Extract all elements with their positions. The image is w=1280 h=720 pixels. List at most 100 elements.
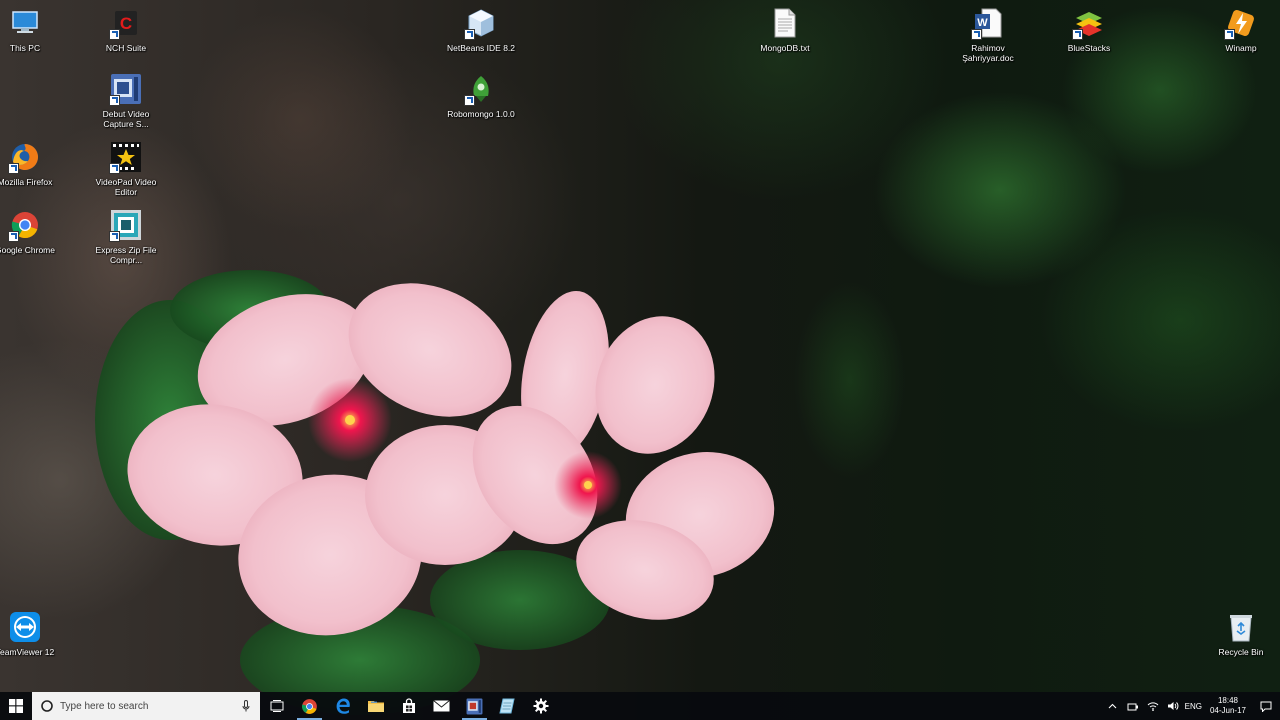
mail-icon (433, 700, 450, 712)
wifi-icon (1147, 702, 1158, 711)
shortcut-arrow-icon (109, 163, 120, 174)
desktop-icon-label: Debut Video Capture S... (102, 109, 150, 129)
power-plug-icon (1127, 703, 1138, 710)
gear-icon (533, 698, 548, 714)
nch-suite-icon: C (109, 6, 143, 40)
taskbar-chrome[interactable] (293, 692, 326, 720)
shortcut-arrow-icon (109, 95, 120, 106)
teamviewer-icon (8, 610, 42, 644)
desktop-icon-this-pc[interactable]: This PC (0, 6, 63, 53)
edge-icon (336, 698, 350, 714)
shortcut-arrow-icon (8, 231, 19, 242)
shortcut-arrow-icon (109, 29, 120, 40)
desktop-icon-express-zip[interactable]: Express Zip File Compr... (88, 208, 164, 265)
input-language-indicator[interactable]: ENG (1183, 692, 1204, 720)
action-center-button[interactable] (1252, 692, 1280, 720)
taskbar-edge[interactable] (326, 692, 359, 720)
taskbar-clock[interactable]: 18:48 04-Jun-17 (1204, 696, 1252, 716)
shortcut-arrow-icon (1224, 29, 1235, 40)
desktop-icon-label: VideoPad Video Editor (95, 177, 157, 197)
taskbar-file-explorer[interactable] (359, 692, 392, 720)
desktop-icon-firefox[interactable]: Mozilla Firefox (0, 140, 63, 187)
debut-video-icon (466, 698, 483, 714)
desktop-icon-label: MongoDB.txt (760, 43, 810, 53)
winamp-icon (1224, 6, 1258, 40)
desktop-icon-teamviewer[interactable]: TeamViewer 12 (0, 610, 63, 657)
chevron-up-icon (1108, 703, 1117, 709)
taskbar-notepad[interactable] (491, 692, 524, 720)
show-hidden-icons-button[interactable] (1103, 692, 1123, 720)
svg-text:C: C (120, 14, 132, 33)
desktop-icon-label: This PC (9, 43, 41, 53)
store-icon (402, 698, 415, 713)
notifications-icon (1260, 701, 1272, 712)
start-button[interactable] (0, 692, 32, 720)
desktop-icon-label: Google Chrome (0, 245, 55, 255)
clock-date: 04-Jun-17 (1209, 706, 1246, 715)
desktop-icon-label: TeamViewer 12 (0, 647, 55, 657)
taskbar-store[interactable] (392, 692, 425, 720)
shortcut-arrow-icon (109, 231, 120, 242)
tray-power-button[interactable] (1123, 692, 1143, 720)
robomongo-icon (464, 72, 498, 106)
desktop-icon-label: Winamp (1225, 43, 1257, 53)
desktop-icon-label: Robomongo 1.0.0 (447, 109, 515, 119)
windows-logo-icon (9, 699, 23, 713)
desktop-icon-nch-suite[interactable]: C NCH Suite (88, 6, 164, 53)
desktop-icon-label: Recycle Bin (1218, 647, 1264, 657)
desktop-icon-chrome[interactable]: Google Chrome (0, 208, 63, 255)
desktop-icon-label: Express Zip File Compr... (95, 245, 157, 265)
desktop-icon-bluestacks[interactable]: BlueStacks (1051, 6, 1127, 53)
taskbar-search-box[interactable]: Type here to search (32, 692, 260, 720)
desktop-icon-robomongo[interactable]: Robomongo 1.0.0 (443, 72, 519, 119)
desktop-icon-recycle-bin[interactable]: Recycle Bin (1203, 610, 1279, 657)
search-placeholder: Type here to search (60, 700, 149, 712)
tray-network-button[interactable] (1143, 692, 1163, 720)
videopad-icon (109, 140, 143, 174)
task-view-button[interactable] (260, 692, 293, 720)
shortcut-arrow-icon (464, 95, 475, 106)
desktop-icon-label: BlueStacks (1067, 43, 1111, 53)
chrome-icon (8, 208, 42, 242)
desktop-icon-label: NetBeans IDE 8.2 (446, 43, 516, 53)
desktop-icon-videopad[interactable]: VideoPad Video Editor (88, 140, 164, 197)
desktop-icon-label: Rahimov Şahriyyar.doc (962, 43, 1014, 63)
desktop-icon-label: Mozilla Firefox (0, 177, 53, 187)
shortcut-arrow-icon (8, 163, 19, 174)
taskbar-settings[interactable] (524, 692, 557, 720)
shortcut-arrow-icon (971, 29, 982, 40)
taskbar-debut[interactable] (458, 692, 491, 720)
express-zip-icon (109, 208, 143, 242)
desktop-wallpaper (0, 0, 1280, 720)
system-tray: ENG 18:48 04-Jun-17 (1103, 692, 1280, 720)
microphone-icon[interactable] (242, 700, 250, 712)
taskbar: Type here to search ENG 18:48 04-Jun-17 (0, 692, 1280, 720)
folder-icon (367, 701, 384, 712)
shortcut-arrow-icon (464, 29, 475, 40)
search-icon (41, 700, 53, 712)
speaker-icon (1167, 702, 1178, 710)
tray-volume-button[interactable] (1163, 692, 1183, 720)
task-view-icon (270, 700, 283, 712)
this-pc-icon (8, 6, 42, 40)
desktop-icon-label: NCH Suite (105, 43, 147, 53)
netbeans-icon (464, 6, 498, 40)
word-doc-icon: W (971, 6, 1005, 40)
shortcut-arrow-icon (1072, 29, 1083, 40)
chrome-icon (302, 698, 317, 714)
desktop-icon-word-doc[interactable]: W Rahimov Şahriyyar.doc (950, 6, 1026, 63)
flower-wallpaper-image (95, 270, 775, 715)
firefox-icon (8, 140, 42, 174)
notepad-icon (499, 698, 515, 714)
desktop-icon-debut-video[interactable]: Debut Video Capture S... (88, 72, 164, 129)
desktop-icon-winamp[interactable]: Winamp (1203, 6, 1279, 53)
desktop-icon-netbeans[interactable]: NetBeans IDE 8.2 (443, 6, 519, 53)
text-file-icon (768, 6, 802, 40)
taskbar-mail[interactable] (425, 692, 458, 720)
desktop-icon-mongodb-txt[interactable]: MongoDB.txt (747, 6, 823, 53)
bluestacks-icon (1072, 6, 1106, 40)
recycle-bin-icon (1224, 610, 1258, 644)
debut-video-icon (109, 72, 143, 106)
svg-text:W: W (977, 17, 988, 29)
clock-time: 18:48 (1217, 696, 1238, 705)
